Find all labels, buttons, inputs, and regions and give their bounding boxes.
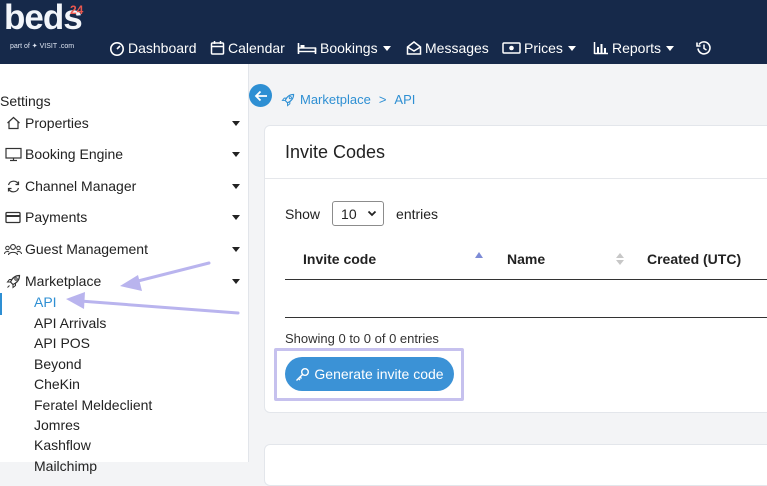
card-title: Invite Codes (285, 142, 386, 162)
chevron-down-icon (232, 279, 240, 284)
card-divider (265, 178, 767, 179)
sidebar-item-label: Payments (25, 209, 88, 225)
chevron-down-icon (232, 121, 240, 126)
table-body-border (285, 317, 767, 318)
sidebar-item-label: Channel Manager (25, 178, 137, 194)
chevron-down-icon (382, 45, 391, 51)
nav-bookings[interactable]: Bookings (297, 39, 391, 57)
chevron-down-icon (232, 215, 240, 220)
money-bill-icon (502, 42, 521, 54)
table-info: Showing 0 to 0 of 0 entries (285, 331, 439, 346)
sync-icon (4, 179, 22, 194)
sidebar-item-label: Properties (25, 115, 89, 131)
entries-label: entries (396, 205, 439, 222)
generate-invite-code-button[interactable]: Generate invite code (285, 357, 454, 391)
active-indicator (0, 293, 2, 315)
chevron-down-icon (567, 45, 576, 51)
sidebar-subitem-mailchimp[interactable]: Mailchimp (34, 457, 97, 475)
breadcrumb-api-link[interactable]: API (394, 92, 415, 107)
bar-chart-icon (593, 42, 608, 55)
collapse-sidebar-button[interactable] (249, 84, 272, 107)
nav-messages[interactable]: Messages (406, 39, 489, 57)
sidebar-subitem-api-pos[interactable]: API POS (34, 334, 90, 352)
entries-select-value: 10 (341, 205, 357, 222)
calendar-icon (210, 41, 225, 55)
secondary-card (264, 444, 767, 486)
home-icon (4, 116, 22, 130)
table-header-border (285, 279, 767, 280)
sidebar-subitem-jomres[interactable]: Jomres (34, 416, 80, 434)
sidebar-item-marketplace[interactable]: Marketplace (4, 271, 244, 291)
sidebar-title: Settings (0, 93, 51, 109)
nav-dashboard[interactable]: Dashboard (109, 39, 197, 57)
rocket-icon (281, 93, 295, 107)
sidebar-item-channel-manager[interactable]: Channel Manager (4, 176, 244, 196)
users-icon (4, 243, 22, 256)
logo-number: 24 (70, 3, 84, 17)
breadcrumb: Marketplace > API (281, 92, 415, 107)
chevron-down-icon (232, 184, 240, 189)
rocket-icon (4, 274, 22, 289)
nav-calendar-label: Calendar (228, 40, 285, 56)
history-button[interactable] (696, 39, 715, 57)
sort-up-icon (616, 253, 624, 258)
sidebar-item-booking-engine[interactable]: Booking Engine (4, 144, 244, 164)
arrow-left-icon (254, 90, 267, 101)
sidebar-item-label: Guest Management (25, 241, 148, 257)
nav-bookings-label: Bookings (320, 40, 378, 56)
entries-select[interactable]: 10 (332, 201, 385, 226)
sidebar-subitem-kashflow[interactable]: Kashflow (34, 436, 91, 454)
dashboard-gauge-icon (110, 42, 124, 56)
sidebar-item-payments[interactable]: Payments (4, 207, 244, 227)
sidebar: Settings Properties Booking Engine Chann… (0, 64, 249, 474)
column-header-name[interactable]: Name (507, 251, 545, 267)
sidebar-subitem-chekin[interactable]: CheKin (34, 375, 80, 393)
chevron-down-icon (367, 210, 377, 217)
nav-prices[interactable]: Prices (502, 39, 576, 57)
beds24-logo[interactable]: beds 24 part of ✦ VISIT .com (4, 0, 90, 58)
show-label: Show (285, 205, 321, 222)
credit-card-icon (4, 211, 22, 224)
sidebar-item-label: Marketplace (25, 273, 102, 289)
sidebar-subitem-api-arrivals[interactable]: API Arrivals (34, 314, 106, 332)
column-header-created-utc[interactable]: Created (UTC) (647, 251, 741, 267)
entries-length-control: Show 10 entries (285, 201, 438, 226)
history-icon (696, 41, 711, 55)
breadcrumb-separator: > (378, 92, 387, 107)
chevron-down-icon (232, 152, 240, 157)
nav-reports[interactable]: Reports (593, 39, 675, 57)
nav-prices-label: Prices (524, 40, 563, 56)
sidebar-item-label: Booking Engine (25, 146, 124, 162)
nav-dashboard-label: Dashboard (128, 40, 197, 56)
sidebar-item-guest-management[interactable]: Guest Management (4, 239, 244, 259)
sidebar-subitem-beyond[interactable]: Beyond (34, 355, 81, 373)
invite-codes-card: Invite Codes Show 10 entries Invite code… (264, 125, 767, 413)
sort-down-icon (616, 260, 624, 265)
generate-button-label: Generate invite code (314, 366, 444, 382)
column-header-invite-code[interactable]: Invite code (303, 251, 376, 267)
nav-calendar[interactable]: Calendar (210, 39, 285, 57)
envelope-open-icon (406, 41, 422, 55)
sidebar-subitem-feratel-meldeclient[interactable]: Feratel Meldeclient (34, 396, 152, 414)
nav-reports-label: Reports (612, 40, 662, 56)
chevron-down-icon (232, 247, 240, 252)
sidebar-subitem-api[interactable]: API (34, 293, 57, 311)
chevron-down-icon (666, 45, 675, 51)
sort-ascending-icon (475, 252, 483, 258)
breadcrumb-marketplace-link[interactable]: Marketplace (300, 92, 371, 107)
monitor-icon (4, 147, 22, 162)
nav-messages-label: Messages (425, 40, 489, 56)
sidebar-item-properties[interactable]: Properties (4, 113, 244, 133)
bed-icon (297, 43, 317, 54)
top-navbar: beds 24 part of ✦ VISIT .com Dashboard C… (0, 0, 767, 64)
key-icon (296, 367, 310, 381)
logo-subtitle: part of ✦ VISIT .com (10, 43, 75, 50)
